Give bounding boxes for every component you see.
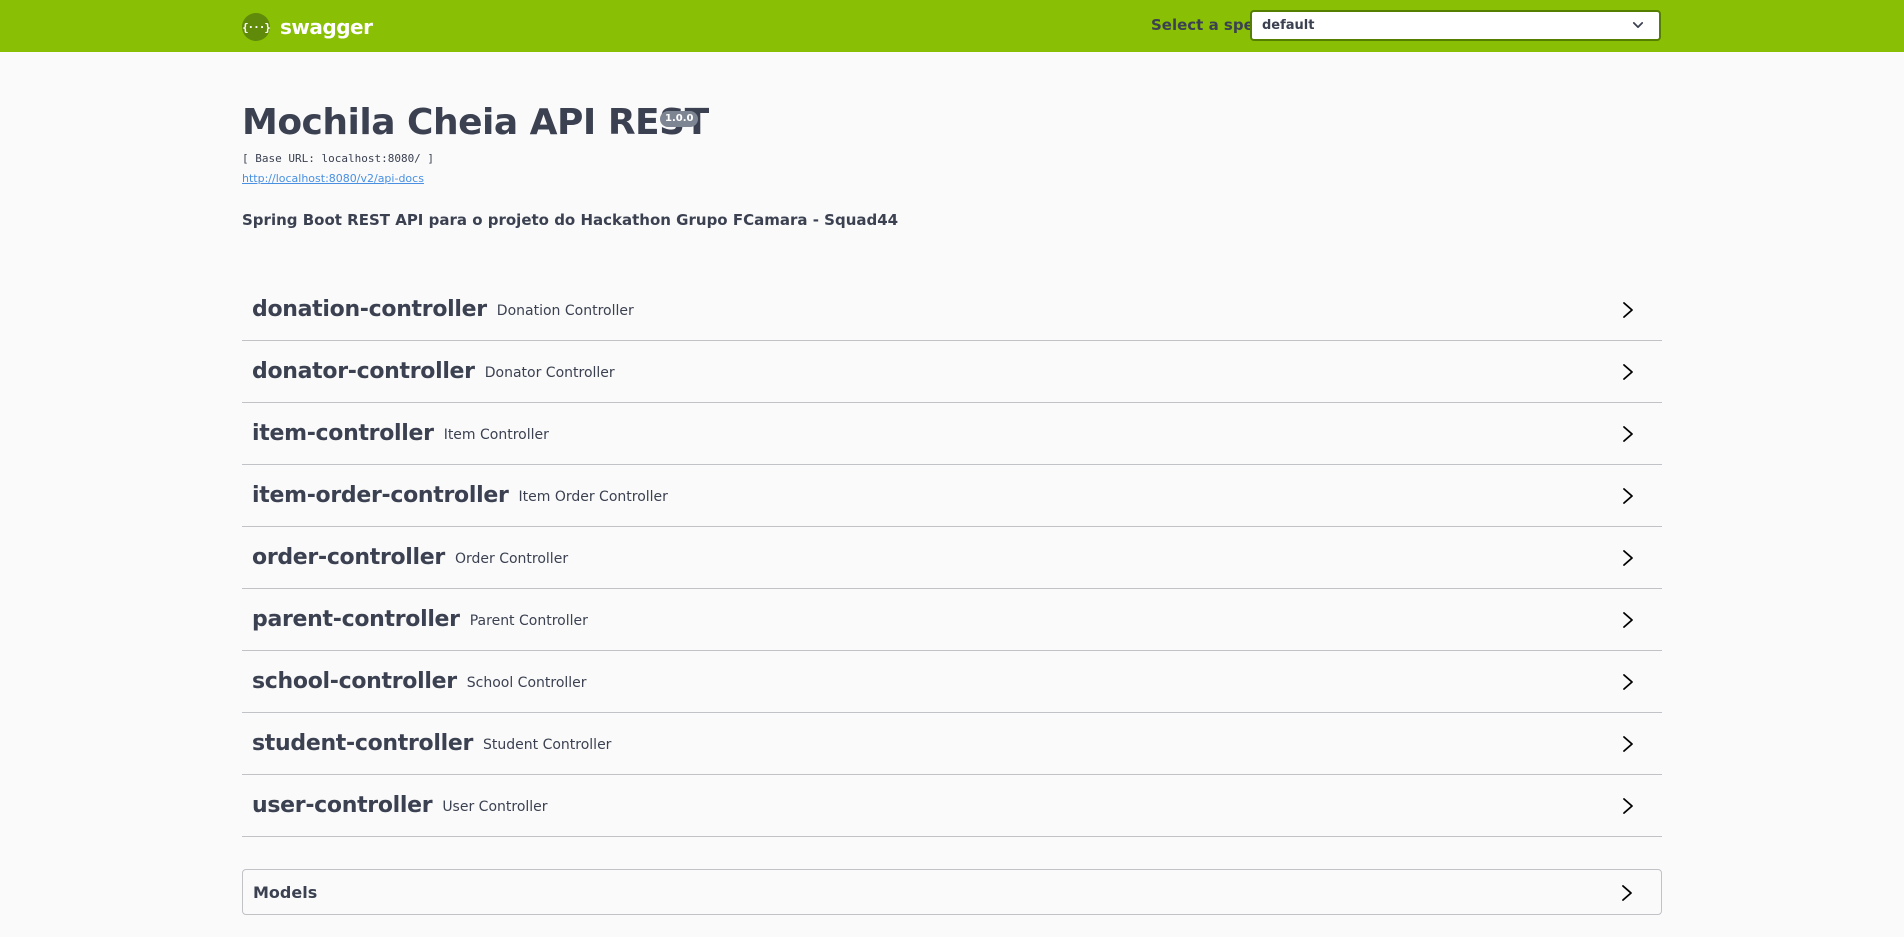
swagger-logo-icon: {···} bbox=[242, 13, 271, 41]
tag-name: parent-controller bbox=[252, 607, 460, 632]
tag-description: Item Controller bbox=[443, 426, 549, 443]
chevron-right-icon[interactable] bbox=[1619, 884, 1635, 902]
spec-select-value: default bbox=[1262, 18, 1315, 33]
chevron-down-icon bbox=[1632, 22, 1644, 28]
base-url: [ Base URL: localhost:8080/ ] bbox=[242, 152, 435, 165]
chevron-right-icon[interactable] bbox=[1620, 549, 1636, 567]
tag-section-item-order-controller[interactable]: item-order-controller Item Order Control… bbox=[242, 465, 1662, 527]
models-section[interactable]: Models bbox=[242, 869, 1662, 915]
tag-section-donator-controller[interactable]: donator-controller Donator Controller bbox=[242, 341, 1662, 403]
tag-description: Item Order Controller bbox=[518, 488, 668, 505]
tag-name: item-controller bbox=[252, 421, 434, 446]
tag-name: order-controller bbox=[252, 545, 445, 570]
tag-section-order-controller[interactable]: order-controller Order Controller bbox=[242, 527, 1662, 589]
tag-name: student-controller bbox=[252, 731, 474, 756]
chevron-right-icon[interactable] bbox=[1620, 673, 1636, 691]
api-title: Mochila Cheia API REST bbox=[242, 102, 709, 143]
chevron-right-icon[interactable] bbox=[1620, 735, 1636, 753]
tag-section-school-controller[interactable]: school-controller School Controller bbox=[242, 651, 1662, 713]
tag-description: Order Controller bbox=[454, 550, 569, 567]
topbar: {···} swagger Select a spec default bbox=[0, 0, 1904, 52]
chevron-right-icon[interactable] bbox=[1620, 363, 1636, 381]
tag-name: donator-controller bbox=[252, 359, 475, 384]
models-title: Models bbox=[253, 882, 318, 902]
tag-description: Donator Controller bbox=[484, 364, 615, 381]
chevron-right-icon[interactable] bbox=[1620, 797, 1636, 815]
tag-section-donation-controller[interactable]: donation-controller Donation Controller bbox=[242, 279, 1662, 341]
version-badge: 1.0.0 bbox=[660, 111, 699, 127]
swagger-logo[interactable]: {···} swagger bbox=[242, 13, 373, 41]
api-docs-link[interactable]: http://localhost:8080/v2/api-docs bbox=[242, 172, 424, 185]
api-description: Spring Boot REST API para o projeto do H… bbox=[242, 211, 899, 229]
tag-name: donation-controller bbox=[252, 297, 487, 322]
tag-name: user-controller bbox=[252, 793, 433, 818]
tag-section-item-controller[interactable]: item-controller Item Controller bbox=[242, 403, 1662, 465]
swagger-logo-text: swagger bbox=[280, 15, 373, 39]
tag-description: School Controller bbox=[466, 674, 587, 691]
chevron-right-icon[interactable] bbox=[1620, 425, 1636, 443]
tag-name: item-order-controller bbox=[252, 483, 509, 508]
tag-section-user-controller[interactable]: user-controller User Controller bbox=[242, 775, 1662, 837]
chevron-right-icon[interactable] bbox=[1620, 611, 1636, 629]
tag-description: Parent Controller bbox=[469, 612, 588, 629]
spec-select[interactable]: default bbox=[1250, 10, 1661, 41]
tag-section-student-controller[interactable]: student-controller Student Controller bbox=[242, 713, 1662, 775]
tag-section-parent-controller[interactable]: parent-controller Parent Controller bbox=[242, 589, 1662, 651]
chevron-right-icon[interactable] bbox=[1620, 301, 1636, 319]
spec-select-label: Select a spec bbox=[1151, 16, 1263, 34]
tag-name: school-controller bbox=[252, 669, 457, 694]
tag-description: Student Controller bbox=[483, 736, 612, 753]
tag-description: User Controller bbox=[442, 798, 548, 815]
tag-description: Donation Controller bbox=[496, 302, 634, 319]
chevron-right-icon[interactable] bbox=[1620, 487, 1636, 505]
tag-list: donation-controller Donation Controller … bbox=[242, 279, 1662, 837]
